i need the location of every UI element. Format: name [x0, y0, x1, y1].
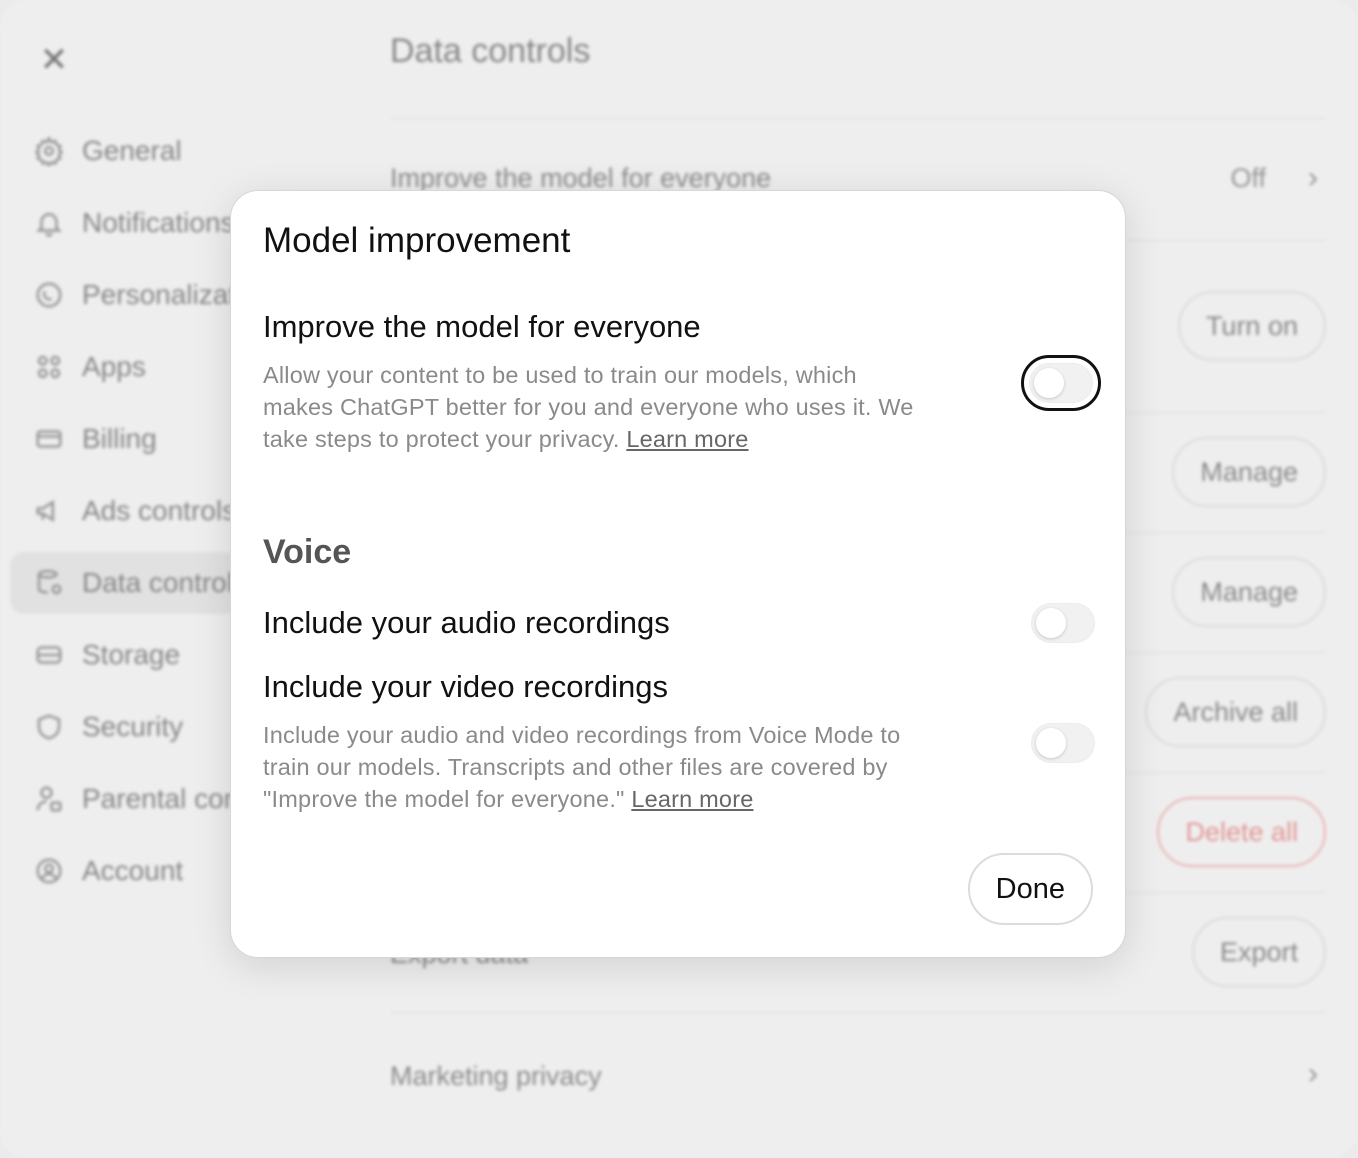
voice-section-heading: Voice	[263, 533, 352, 571]
toggle-knob	[1036, 608, 1066, 638]
model-improvement-dialog: Model improvement Improve the model for …	[230, 190, 1126, 958]
voice-description: Include your audio and video recordings …	[263, 719, 923, 815]
done-button[interactable]: Done	[967, 853, 1093, 925]
improve-model-toggle[interactable]	[1021, 355, 1101, 411]
improve-model-title: Improve the model for everyone	[263, 309, 701, 344]
toggle-knob	[1036, 728, 1066, 758]
toggle-knob	[1034, 368, 1064, 398]
dialog-title: Model improvement	[263, 221, 571, 260]
learn-more-link[interactable]: Learn more	[626, 426, 748, 452]
video-recordings-toggle[interactable]	[1031, 723, 1095, 763]
audio-recordings-toggle[interactable]	[1031, 603, 1095, 643]
description-text: Include your audio and video recordings …	[263, 722, 901, 812]
description-text: Allow your content to be used to train o…	[263, 362, 914, 452]
audio-recordings-title: Include your audio recordings	[263, 605, 670, 640]
video-recordings-title: Include your video recordings	[263, 669, 668, 704]
learn-more-link[interactable]: Learn more	[631, 786, 753, 812]
improve-model-description: Allow your content to be used to train o…	[263, 359, 923, 455]
